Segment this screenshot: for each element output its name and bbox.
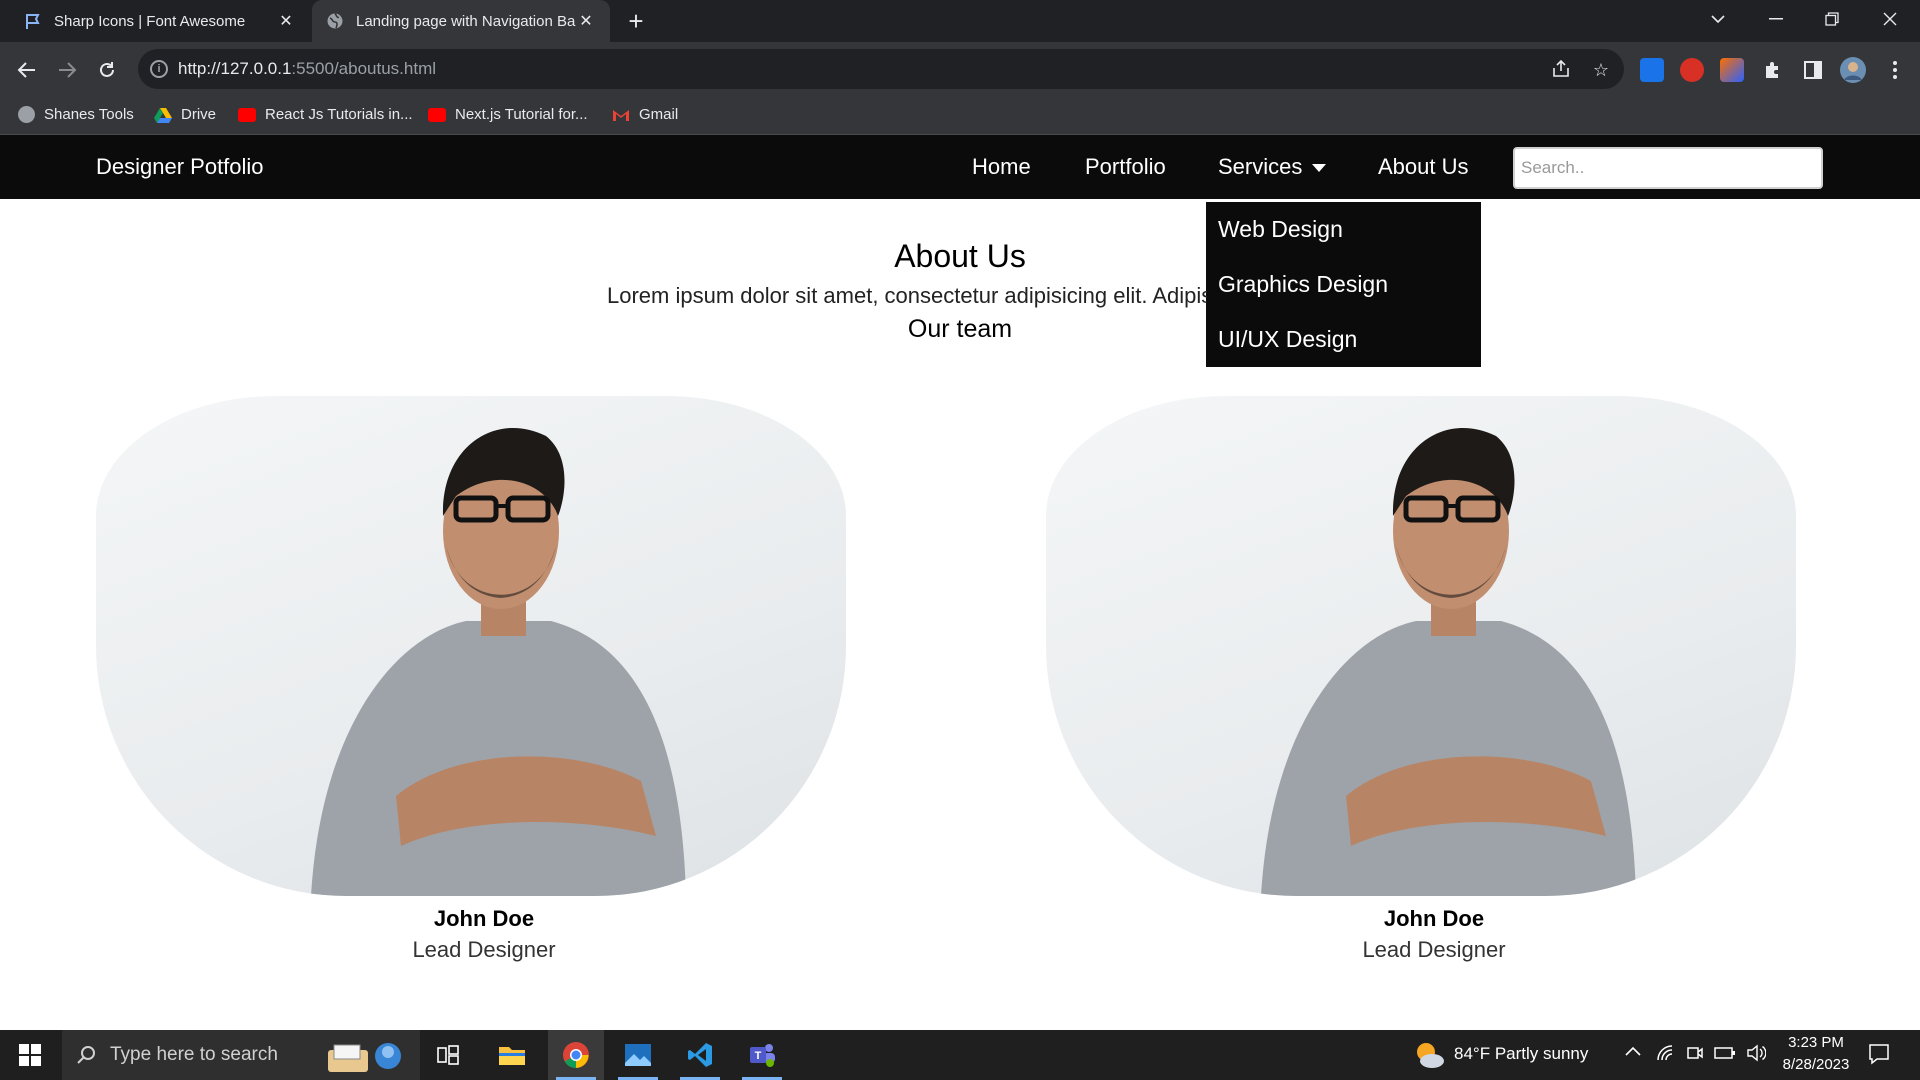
puzzle-icon[interactable] xyxy=(1758,55,1788,85)
browser-tab[interactable]: Sharp Icons | Font Awesome ✕ xyxy=(10,0,310,42)
vscode-icon[interactable] xyxy=(672,1030,728,1080)
team-member-name: John Doe xyxy=(1383,906,1485,931)
url-text: http://127.0.0.1:5500/aboutus.html xyxy=(178,59,437,78)
bookmarks-bar: Shanes Tools Drive React Js Tutorials in… xyxy=(0,97,1920,135)
close-tab-icon[interactable]: ✕ xyxy=(276,11,296,31)
team-member-photo xyxy=(1046,396,1796,896)
team-member-role: Lead Designer xyxy=(412,937,556,962)
back-arrow-icon[interactable] xyxy=(12,55,42,85)
bookmark-item[interactable]: Gmail xyxy=(612,106,678,123)
forward-arrow-icon[interactable] xyxy=(52,55,82,85)
globe-icon xyxy=(326,12,344,30)
windows-start-icon[interactable] xyxy=(2,1030,58,1080)
tab-title: Sharp Icons | Font Awesome xyxy=(54,12,246,30)
section-title: Our team xyxy=(907,315,1013,343)
extension-icon[interactable] xyxy=(1680,58,1704,82)
minimize-icon[interactable] xyxy=(1748,0,1804,38)
browser-tab-bar: Sharp Icons | Font Awesome ✕ Landing pag… xyxy=(0,0,1920,42)
team-member-role: Lead Designer xyxy=(1362,937,1506,962)
battery-icon[interactable] xyxy=(1714,1046,1736,1060)
youtube-icon xyxy=(428,107,446,122)
reload-icon[interactable] xyxy=(92,55,122,85)
windows-taskbar: Type here to search T 84°F Partly sunny xyxy=(0,1030,1920,1080)
nav-about[interactable]: About Us xyxy=(1378,154,1469,180)
about-description: Lorem ipsum dolor sit amet, consectetur … xyxy=(607,283,1207,308)
caret-down-icon xyxy=(1312,164,1327,173)
gmail-icon xyxy=(612,108,630,122)
new-tab-button[interactable]: + xyxy=(622,8,650,36)
close-window-icon[interactable] xyxy=(1862,0,1918,38)
flag-icon xyxy=(24,12,42,30)
taskbar-search-input[interactable]: Type here to search xyxy=(62,1030,420,1080)
clock-time[interactable]: 3:23 PM xyxy=(1784,1034,1848,1051)
bookmark-item[interactable]: Drive xyxy=(154,106,216,123)
team-member-photo xyxy=(96,396,846,896)
notification-icon[interactable] xyxy=(1868,1043,1890,1065)
info-icon[interactable]: i xyxy=(150,60,168,78)
team-member-name: John Doe xyxy=(433,906,535,931)
chrome-icon[interactable] xyxy=(548,1030,604,1080)
search-input[interactable] xyxy=(1513,147,1823,189)
dropdown-item-graphics-design[interactable]: Graphics Design xyxy=(1218,271,1388,298)
task-view-icon[interactable] xyxy=(420,1030,476,1080)
network-icon[interactable] xyxy=(1656,1044,1674,1062)
chevron-up-icon[interactable] xyxy=(1624,1045,1642,1057)
side-panel-icon[interactable] xyxy=(1798,55,1828,85)
nav-services[interactable]: Services xyxy=(1218,154,1327,180)
volume-icon[interactable] xyxy=(1746,1044,1766,1062)
menu-kebab-icon[interactable] xyxy=(1880,55,1910,85)
file-explorer-icon[interactable] xyxy=(484,1030,540,1080)
share-icon[interactable] xyxy=(1550,59,1572,81)
search-highlight-icon xyxy=(320,1036,416,1076)
weather-text[interactable]: 84°F Partly sunny xyxy=(1454,1044,1588,1064)
star-icon[interactable]: ☆ xyxy=(1590,59,1612,81)
clock-date[interactable]: 8/28/2023 xyxy=(1776,1056,1856,1073)
tab-title: Landing page with Navigation Ba xyxy=(356,12,576,30)
bookmark-item[interactable]: Shanes Tools xyxy=(18,106,134,123)
bookmark-item[interactable]: React Js Tutorials in... xyxy=(238,106,413,123)
nav-home[interactable]: Home xyxy=(972,154,1031,180)
meet-now-icon[interactable] xyxy=(1686,1044,1704,1062)
photos-icon[interactable] xyxy=(610,1030,666,1080)
weather-icon[interactable] xyxy=(1412,1040,1446,1070)
browser-tab-active[interactable]: Landing page with Navigation Ba ✕ xyxy=(312,0,610,42)
site-navbar: Designer Potfolio Home Portfolio Service… xyxy=(0,135,1920,199)
globe-icon xyxy=(18,106,35,123)
svg-text:T: T xyxy=(755,1050,762,1062)
browser-toolbar: i http://127.0.0.1:5500/aboutus.html ☆ xyxy=(0,42,1920,97)
extension-icon[interactable] xyxy=(1720,58,1744,82)
tab-search-icon[interactable] xyxy=(1690,0,1746,38)
avatar[interactable] xyxy=(1838,55,1868,85)
bookmark-item[interactable]: Next.js Tutorial for... xyxy=(428,106,588,123)
drive-icon xyxy=(154,107,172,123)
address-bar[interactable]: i http://127.0.0.1:5500/aboutus.html ☆ xyxy=(138,49,1624,89)
restore-icon[interactable] xyxy=(1804,0,1860,38)
youtube-icon xyxy=(238,107,256,122)
nav-portfolio[interactable]: Portfolio xyxy=(1085,154,1166,180)
search-icon xyxy=(76,1045,96,1065)
brand-logo-text[interactable]: Designer Potfolio xyxy=(96,154,264,180)
close-tab-icon[interactable]: ✕ xyxy=(576,11,596,31)
teams-icon[interactable]: T xyxy=(734,1030,790,1080)
page-title: About Us xyxy=(894,238,1026,274)
extension-icon[interactable] xyxy=(1640,58,1664,82)
